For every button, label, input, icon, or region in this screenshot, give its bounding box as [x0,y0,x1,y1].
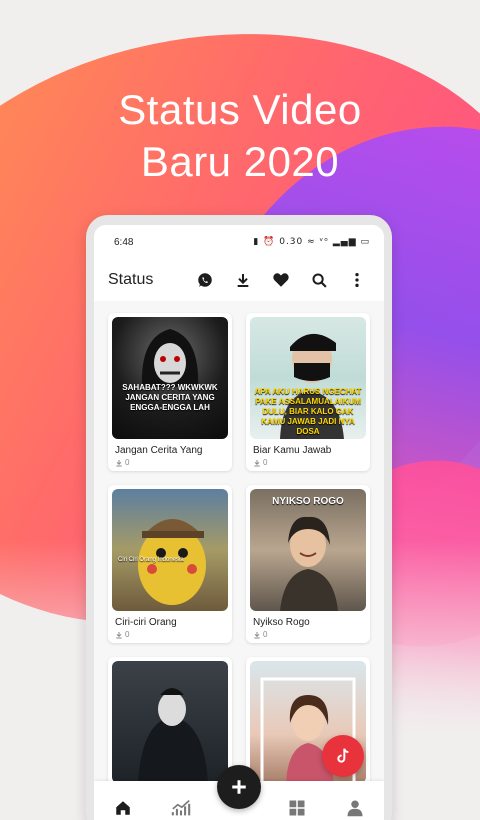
favorites-button[interactable] [262,261,300,299]
detective-pikachu-image [138,519,206,605]
download-count: 0 [115,458,228,467]
app-screen: 6:48 ▮ ⏰ 0.30 ≈ ᵛᵒ ▂▄▆ ▭ Status SAHABAT?… [94,225,384,820]
categories-icon [289,800,305,816]
thumbnail-caption: Ciri Ciri Orang Indonesia [118,557,184,563]
more-options-button[interactable] [338,261,376,299]
nav-trending[interactable] [161,788,201,820]
page-title: Status [108,271,154,288]
download-count: 0 [253,458,366,467]
download-button[interactable] [224,261,262,299]
status-card[interactable]: SAHABAT??? WKWKWK JANGAN CERITA YANG ENG… [108,313,232,471]
tiktok-button[interactable] [322,735,364,777]
download-count-icon [254,459,260,466]
promo-headline: Status Video Baru 2020 [0,84,480,188]
download-count-icon [116,459,122,466]
hooded-figure-image [141,329,199,387]
card-title: Nyikso Rogo [253,617,310,628]
nav-profile[interactable] [335,788,375,820]
anonymous-mask-image [138,688,208,783]
video-thumbnail[interactable]: SAHABAT??? WKWKWK JANGAN CERITA YANG ENG… [112,317,228,439]
more-vert-icon [355,273,359,287]
whatsapp-icon [198,273,212,287]
download-icon [237,274,249,287]
download-count-value: 0 [125,458,130,467]
video-thumbnail[interactable] [112,661,228,783]
profile-icon [347,800,363,817]
add-status-button[interactable] [217,765,261,809]
nav-categories[interactable] [277,788,317,820]
status-time: 6:48 [114,236,134,248]
download-count-icon [254,631,260,638]
card-title: Ciri-ciri Orang [115,617,177,628]
card-title: Jangan Cerita Yang [115,445,203,456]
status-card[interactable]: Ciri Ciri Orang Indonesia Ciri-ciri Oran… [108,485,232,643]
thumbnail-caption: APA AKU HARUS NGECHAT PAKE ASSALAMUALAIK… [254,387,362,436]
thumbnail-caption: SAHABAT??? WKWKWK JANGAN CERITA YANG ENG… [122,383,218,412]
search-icon [311,272,327,288]
status-card[interactable]: APA AKU HARUS NGECHAT PAKE ASSALAMUALAIK… [246,313,370,471]
trending-icon [171,800,191,816]
search-button[interactable] [300,261,338,299]
download-count-icon [116,631,122,638]
download-count-value: 0 [263,630,268,639]
status-bar: 6:48 ▮ ⏰ 0.30 ≈ ᵛᵒ ▂▄▆ ▭ [94,225,384,259]
smiling-woman-image [280,516,338,611]
status-card[interactable]: NYIKSO ROGO Nyikso Rogo 0 [246,485,370,643]
video-thumbnail[interactable]: Ciri Ciri Orang Indonesia [112,489,228,611]
video-thumbnail[interactable]: APA AKU HARUS NGECHAT PAKE ASSALAMUALAIK… [250,317,366,439]
phone-frame: 6:48 ▮ ⏰ 0.30 ≈ ᵛᵒ ▂▄▆ ▭ Status SAHABAT?… [86,215,392,820]
download-count-value: 0 [263,458,268,467]
card-title: Biar Kamu Jawab [253,445,332,456]
download-count: 0 [115,630,228,639]
nav-home[interactable] [103,788,143,820]
home-icon [116,801,130,815]
tiktok-icon [337,748,349,763]
app-bar: Status [94,259,384,301]
add-icon [232,780,246,794]
heart-icon [273,273,289,287]
promo-line-1: Status Video [118,86,362,133]
status-icons: ▮ ⏰ 0.30 ≈ ᵛᵒ ▂▄▆ ▭ [253,237,370,247]
download-count: 0 [253,630,366,639]
download-count-value: 0 [125,630,130,639]
whatsapp-button[interactable] [186,261,224,299]
video-thumbnail[interactable]: NYIKSO ROGO [250,489,366,611]
promo-line-2: Baru 2020 [140,138,340,185]
